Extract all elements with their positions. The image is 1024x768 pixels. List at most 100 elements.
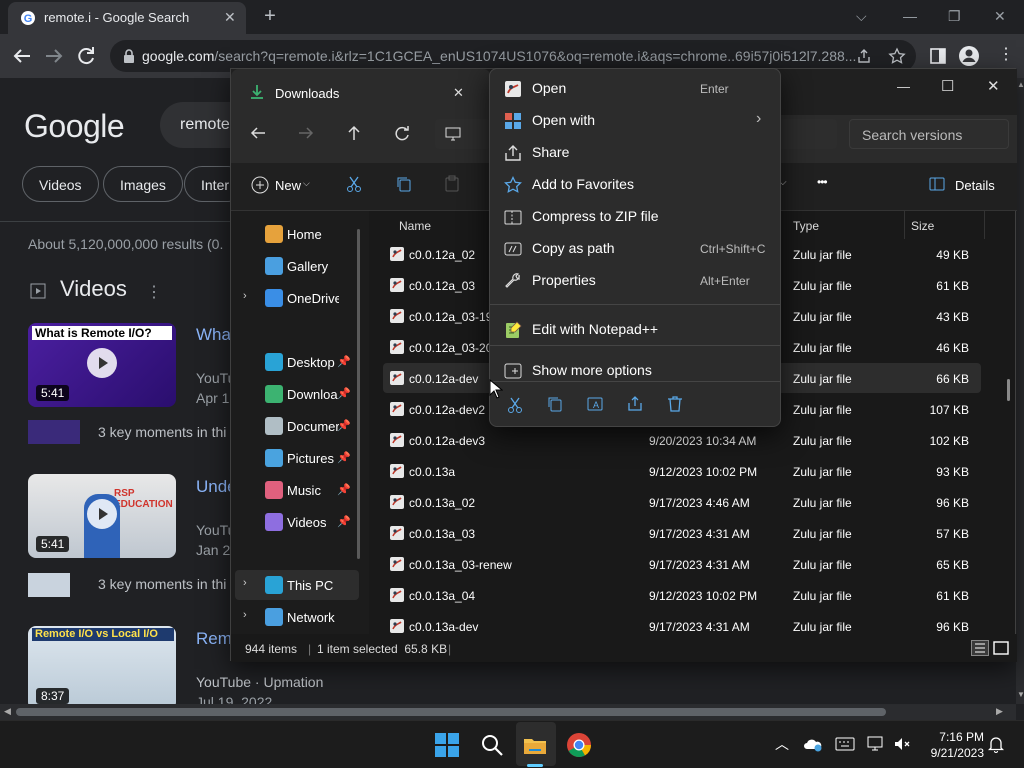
new-button[interactable]: New ⌵ — [249, 174, 315, 200]
file-row[interactable]: c0.0.13a 9/12/2023 10:02 PM Zulu jar file 9… — [383, 456, 981, 486]
context-menu-item[interactable]: Compress to ZIP file — [494, 200, 776, 232]
file-row[interactable]: c0.0.13a-dev 9/17/2023 4:31 AM Zulu jar fi… — [383, 611, 981, 634]
filter-chip-videos[interactable]: Videos — [22, 166, 99, 202]
chrome-icon[interactable] — [566, 732, 592, 758]
more-options-icon[interactable]: ⋮ — [146, 282, 162, 302]
file-row[interactable]: c0.0.12a-dev3 9/20/2023 10:34 AM Zulu jar … — [383, 425, 981, 455]
context-menu-item[interactable]: Share — [494, 136, 776, 168]
system-clock[interactable]: 7:16 PM 9/21/2023 — [922, 729, 984, 761]
key-moment-thumbnail[interactable] — [28, 420, 80, 444]
key-moments-link[interactable]: 3 key moments in thi — [98, 424, 226, 440]
nav-item[interactable]: Pictures 📌 — [231, 443, 363, 473]
browser-menu-icon[interactable]: ⋮ — [998, 44, 1014, 64]
video-thumbnail[interactable]: What is Remote I/O? 5:41 — [28, 323, 176, 407]
windows-start-icon[interactable] — [434, 732, 460, 758]
key-moment-thumbnail[interactable] — [28, 573, 70, 597]
minimize-button[interactable]: — — [903, 8, 917, 24]
nav-item[interactable]: Videos 📌 — [231, 507, 363, 537]
page-vertical-scrollbar[interactable] — [1016, 78, 1024, 704]
file-row[interactable]: c0.0.13a_04 9/12/2023 10:02 PM Zulu jar fi… — [383, 580, 981, 610]
browser-tab[interactable]: G remote.i - Google Search ✕ — [8, 2, 246, 34]
chevron-down-icon[interactable]: ⌵ — [856, 8, 867, 25]
lock-icon[interactable] — [122, 48, 136, 64]
location-bar[interactable] — [435, 119, 491, 149]
expand-chevron-icon[interactable]: › — [243, 290, 247, 302]
expand-chevron-icon[interactable]: › — [243, 577, 247, 589]
share-page-icon[interactable] — [856, 48, 872, 64]
cut-icon[interactable] — [345, 175, 363, 193]
context-menu-item[interactable]: Copy as path Ctrl+Shift+C — [494, 232, 776, 264]
new-tab-button[interactable]: + — [258, 4, 282, 28]
speaker-muted-icon[interactable] — [893, 736, 911, 752]
forward-arrow-icon[interactable] — [297, 124, 315, 142]
copy-icon[interactable] — [542, 391, 568, 417]
rename-icon[interactable]: A — [582, 391, 608, 417]
explorer-close-button[interactable]: ✕ — [987, 77, 1000, 95]
scroll-up-icon[interactable]: ▲ — [1017, 80, 1024, 89]
file-row[interactable]: c0.0.13a_03-renew 9/17/2023 4:31 AM Zulu j… — [383, 549, 981, 579]
delete-icon[interactable] — [662, 391, 688, 417]
column-header-type[interactable]: Type — [787, 211, 905, 239]
network-monitor-icon[interactable] — [866, 735, 886, 753]
tab-close-icon[interactable]: ✕ — [453, 85, 464, 101]
filter-chip-images[interactable]: Images — [103, 166, 183, 202]
file-list-scrollbar[interactable] — [1007, 379, 1010, 401]
context-menu-item[interactable]: Add to Favorites — [494, 168, 776, 200]
reload-icon[interactable] — [74, 44, 98, 68]
file-row[interactable]: c0.0.13a_03 9/17/2023 4:31 AM Zulu jar fil… — [383, 518, 981, 548]
nav-item[interactable]: Desktop 📌 — [231, 347, 363, 377]
refresh-icon[interactable] — [393, 124, 411, 142]
explorer-tab-downloads[interactable]: Downloads ✕ — [231, 69, 491, 115]
nav-item[interactable]: › Network — [231, 602, 363, 632]
details-pane-button[interactable]: Details — [929, 175, 999, 195]
scroll-down-icon[interactable]: ▼ — [1017, 690, 1024, 699]
profile-avatar-icon[interactable] — [958, 45, 980, 67]
restore-button[interactable]: ❐ — [948, 8, 961, 25]
nav-item[interactable]: Documer 📌 — [231, 411, 363, 441]
explorer-maximize-button[interactable]: ☐ — [941, 77, 954, 95]
file-row[interactable]: c0.0.13a_02 9/17/2023 4:46 AM Zulu jar fil… — [383, 487, 981, 517]
share-icon[interactable] — [622, 391, 648, 417]
back-arrow-icon[interactable] — [249, 124, 267, 142]
google-logo[interactable]: Google — [24, 108, 125, 145]
nav-item[interactable]: › OneDrive — [231, 283, 363, 313]
explorer-minimize-button[interactable]: — — [897, 79, 910, 94]
paste-icon[interactable] — [443, 175, 461, 193]
close-button[interactable]: ✕ — [994, 8, 1006, 25]
expand-chevron-icon[interactable]: › — [243, 609, 247, 621]
video-thumbnail[interactable]: Remote I/O vs Local I/O 8:37 — [28, 626, 176, 704]
scroll-left-icon[interactable]: ◀ — [4, 706, 11, 717]
copy-icon[interactable] — [395, 175, 413, 193]
search-input[interactable]: Search versions — [849, 119, 1009, 149]
bookmark-star-icon[interactable] — [888, 47, 906, 65]
nav-item[interactable]: Gallery — [231, 251, 363, 281]
keyboard-icon[interactable] — [835, 737, 855, 751]
show-hidden-icons-chevron-icon[interactable]: ︿ — [775, 734, 789, 754]
cut-icon[interactable] — [502, 391, 528, 417]
context-menu-item[interactable]: Properties Alt+Enter — [494, 264, 776, 296]
nav-item[interactable]: › This PC — [231, 570, 363, 600]
onedrive-status-icon[interactable] — [803, 736, 823, 752]
back-arrow-icon[interactable] — [10, 44, 34, 68]
scrollbar-thumb[interactable] — [16, 708, 886, 716]
notification-bell-icon[interactable] — [988, 735, 1004, 753]
up-arrow-icon[interactable] — [345, 124, 363, 142]
video-title[interactable]: Rem — [196, 629, 232, 649]
column-header-size[interactable]: Size — [905, 211, 985, 239]
nav-item[interactable]: Downloa 📌 — [231, 379, 363, 409]
nav-item[interactable]: Music 📌 — [231, 475, 363, 505]
key-moments-link[interactable]: 3 key moments in thi — [98, 576, 226, 592]
file-explorer-icon[interactable] — [522, 732, 548, 758]
nav-item[interactable]: Home — [231, 219, 363, 249]
side-panel-icon[interactable] — [929, 47, 947, 65]
context-menu-item[interactable]: Open with › — [494, 104, 776, 136]
details-view-icon[interactable] — [971, 640, 989, 656]
video-thumbnail[interactable]: RSP EDUCATION 5:41 — [28, 474, 176, 558]
tab-close-icon[interactable]: ✕ — [224, 9, 236, 26]
tiles-view-icon[interactable] — [993, 640, 1009, 656]
context-menu-item[interactable]: Open Enter — [494, 72, 776, 104]
see-more-button[interactable]: ••• — [817, 175, 828, 189]
scroll-right-icon[interactable]: ▶ — [996, 706, 1003, 717]
search-icon[interactable] — [479, 732, 505, 758]
context-menu-item[interactable]: Edit with Notepad++ — [494, 313, 776, 345]
